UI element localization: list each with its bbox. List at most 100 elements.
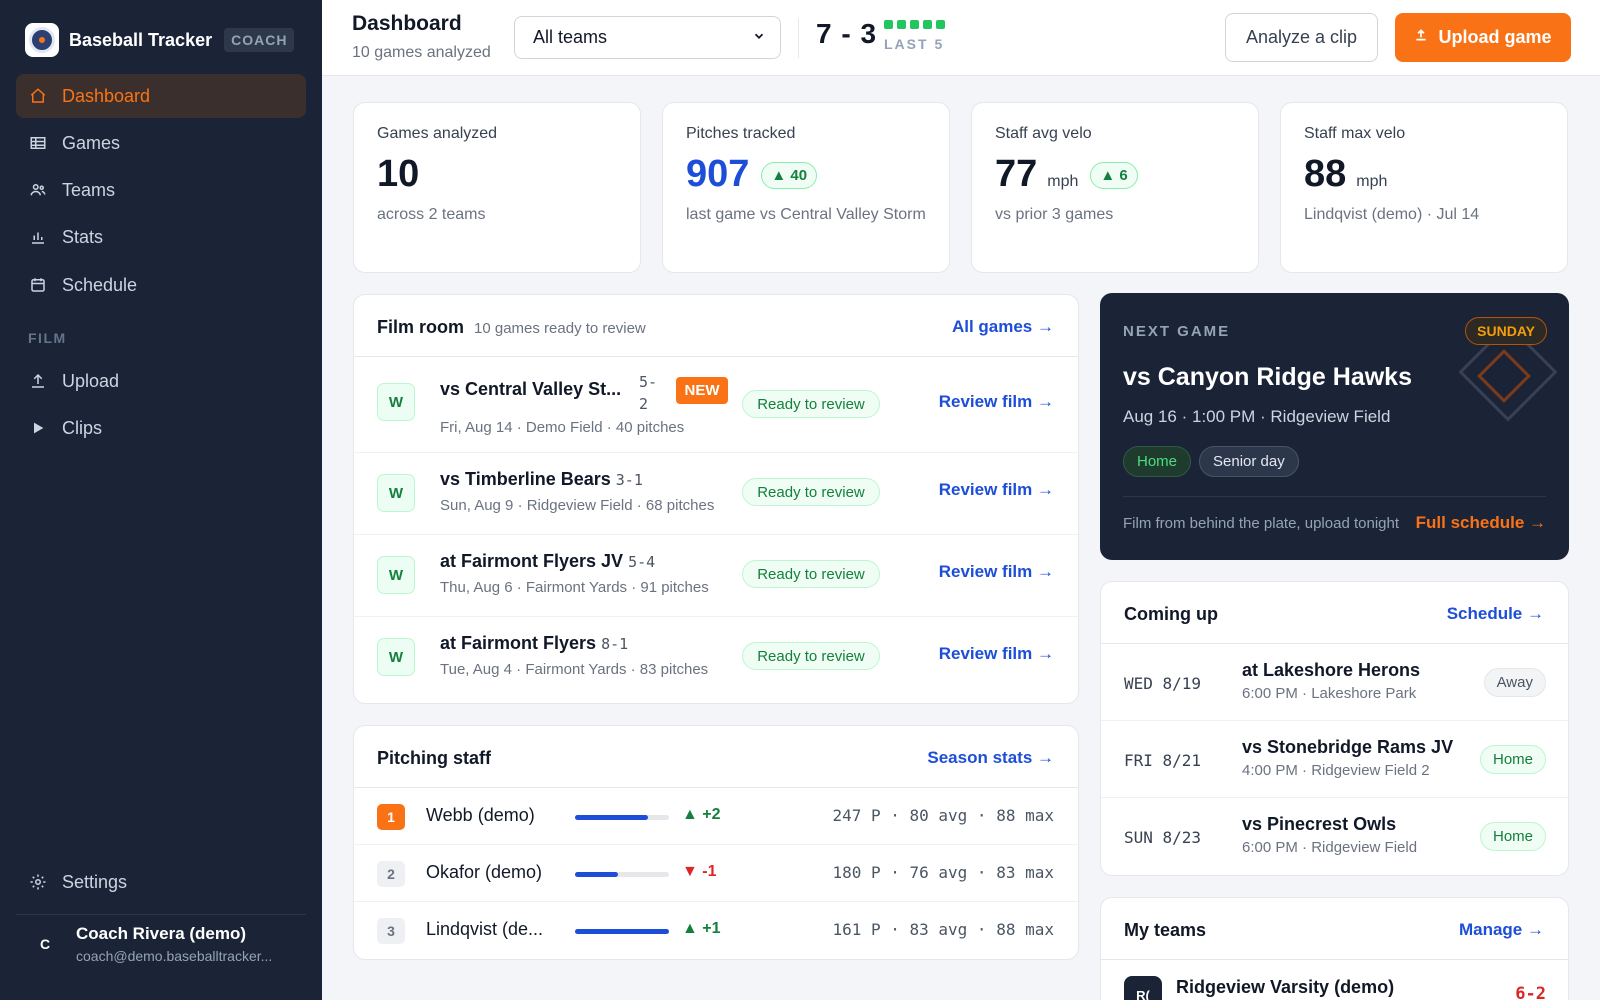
senior-day-tag: Senior day (1199, 446, 1299, 477)
avatar: C (39, 936, 51, 952)
coming-up-panel: Coming up Schedule → WED 8/19 at Lakesho… (1100, 581, 1569, 876)
sidebar-item-dashboard[interactable]: Dashboard (16, 74, 306, 118)
stat-card-avg-velo: Staff avg velo 77 mph ▲ 6 vs prior 3 gam… (971, 102, 1259, 273)
new-badge: NEW (676, 377, 728, 404)
game-meta: 6:00 PM · Lakeshore Park (1242, 685, 1417, 702)
schedule-link[interactable]: Schedule → (1447, 604, 1544, 624)
velo-trend: ▼ -1 (682, 863, 717, 880)
stat-value: 10 (377, 153, 420, 195)
sidebar-item-clips[interactable]: Clips (16, 406, 306, 450)
sidebar-item-label: Clips (62, 417, 103, 438)
result-badge: W (377, 383, 415, 421)
bar-chart-icon (28, 227, 48, 247)
team-avatar: R( (1124, 976, 1162, 1000)
stat-label: Staff avg velo (995, 125, 1092, 142)
pitcher-row[interactable]: 3 Lindqvist (de... ▲ +1 161 P · 83 avg ·… (354, 902, 1078, 959)
game-meta: Sun, Aug 9 · Ridgeview Field · 68 pitche… (440, 497, 715, 514)
upload-icon (1414, 28, 1428, 47)
stat-card-pitches: Pitches tracked 907 ▲ 40 last game vs Ce… (662, 102, 950, 273)
game-date: WED 8/19 (1124, 674, 1202, 693)
sidebar-item-teams[interactable]: Teams (16, 168, 306, 212)
film-section-label: FILM (28, 330, 67, 346)
stat-label: Staff max velo (1304, 125, 1406, 142)
next-game-tags: Home Senior day (1123, 446, 1299, 477)
sidebar-divider (16, 914, 306, 915)
film-row[interactable]: W at Fairmont Flyers JV 5-4 Thu, Aug 6 ·… (354, 535, 1078, 617)
review-film-link[interactable]: Review film → (939, 392, 1054, 412)
opponent-name: at Fairmont Flyers 8-1 (440, 633, 628, 654)
pitch-count-fill (575, 929, 669, 934)
sidebar-item-label: Dashboard (62, 85, 151, 106)
sidebar-item-label: Upload (62, 370, 120, 391)
stat-note: last game vs Central Valley Storm (686, 206, 926, 223)
divider (1123, 496, 1546, 497)
rank-badge: 2 (377, 861, 405, 887)
home-tag: Home (1479, 822, 1546, 851)
sidebar-item-label: Stats (62, 226, 104, 247)
next-game-footnote: Film from behind the plate, upload tonig… (1123, 515, 1399, 532)
pitcher-name: Lindqvist (de... (426, 919, 544, 939)
upload-game-button[interactable]: Upload game (1395, 13, 1571, 62)
film-row[interactable]: W vs Central Valley St... 5- 2 NEW Fri, … (354, 357, 1078, 453)
team-name: Ridgeview Varsity (demo) (1176, 976, 1395, 997)
sidebar-item-games[interactable]: Games (16, 121, 306, 165)
team-item[interactable]: R( Ridgeview Varsity (demo) (1124, 976, 1394, 1000)
manage-teams-link[interactable]: Manage → (1459, 920, 1544, 940)
pitcher-stats: 161 P · 83 avg · 88 max (832, 920, 1054, 939)
film-row[interactable]: W at Fairmont Flyers 8-1 Tue, Aug 4 · Fa… (354, 617, 1078, 703)
next-game-when: Aug 16 · 1:00 PM · Ridgeview Field (1123, 407, 1391, 426)
stat-unit: mph (1356, 173, 1388, 190)
upcoming-game-row[interactable]: FRI 8/21 vs Stonebridge Rams JV 4:00 PM … (1101, 721, 1568, 798)
team-select[interactable]: All teams (514, 16, 781, 59)
result-dot (897, 20, 906, 29)
upcoming-game-row[interactable]: WED 8/19 at Lakeshore Herons 6:00 PM · L… (1101, 644, 1568, 721)
stat-value: 907 (686, 153, 750, 195)
stat-note: across 2 teams (377, 206, 486, 223)
score: 5-4 (628, 553, 656, 571)
pitcher-stats: 247 P · 80 avg · 88 max (832, 806, 1054, 825)
film-room-panel: Film room 10 games ready to review All ga… (353, 294, 1079, 704)
season-record: 7 - 3 (816, 18, 878, 49)
game-title: vs Pinecrest Owls (1242, 814, 1397, 834)
game-title: vs Stonebridge Rams JV (1242, 737, 1454, 757)
status-badge: Ready to review (742, 642, 880, 670)
delta-badge: ▲ 6 (1090, 162, 1138, 189)
review-film-link[interactable]: Review film → (939, 644, 1054, 664)
delta-badge: ▲ 40 (761, 162, 818, 189)
season-stats-link[interactable]: Season stats → (927, 748, 1054, 768)
review-film-link[interactable]: Review film → (939, 562, 1054, 582)
review-film-link[interactable]: Review film → (939, 480, 1054, 500)
game-meta: 4:00 PM · Ridgeview Field 2 (1242, 762, 1430, 779)
opponent-name: vs Central Valley St... (440, 379, 622, 399)
last-five-label: LAST 5 (884, 36, 945, 52)
stat-value: 88 (1304, 153, 1347, 195)
status-badge: Ready to review (742, 560, 880, 588)
chevron-down-icon (752, 27, 766, 48)
users-icon (28, 180, 48, 200)
sidebar-item-stats[interactable]: Stats (16, 215, 306, 259)
all-games-link[interactable]: All games → (952, 317, 1054, 337)
brand[interactable]: Baseball Tracker COACH (25, 22, 295, 58)
panel-title: My teams (1124, 920, 1207, 940)
pitcher-row[interactable]: 2 Okafor (demo) ▼ -1 180 P · 76 avg · 83… (354, 845, 1078, 902)
film-row[interactable]: W vs Timberline Bears 3-1 Sun, Aug 9 · R… (354, 453, 1078, 535)
pitcher-row[interactable]: 1 Webb (demo) ▲ +2 247 P · 80 avg · 88 m… (354, 788, 1078, 845)
sidebar-item-schedule[interactable]: Schedule (16, 263, 306, 307)
sidebar-item-upload[interactable]: Upload (16, 359, 306, 403)
analyze-clip-button[interactable]: Analyze a clip (1225, 13, 1378, 62)
sidebar-item-settings[interactable]: Settings (16, 860, 306, 904)
panel-header: My teams Manage → (1101, 898, 1568, 960)
next-game-card: NEXT GAME SUNDAY vs Canyon Ridge Hawks A… (1100, 293, 1569, 560)
full-schedule-link[interactable]: Full schedule → (1416, 513, 1546, 533)
app-name: Baseball Tracker (69, 29, 213, 50)
film-room-title: Film room (377, 317, 465, 337)
my-teams-panel: My teams Manage → R( Ridgeview Varsity (… (1100, 897, 1569, 1000)
user-profile[interactable]: C Coach Rivera (demo) coach@demo.basebal… (30, 924, 272, 964)
user-email: coach@demo.baseballtracker... (76, 948, 273, 964)
rank-badge: 1 (377, 804, 405, 830)
day-badge: SUNDAY (1465, 317, 1547, 345)
stat-card-max-velo: Staff max velo 88 mph Lindqvist (demo) ·… (1280, 102, 1568, 273)
upcoming-game-row[interactable]: SUN 8/23 vs Pinecrest Owls 6:00 PM · Rid… (1101, 798, 1568, 875)
stat-label: Pitches tracked (686, 125, 796, 142)
sidebar: Baseball Tracker COACH Dashboard Games T… (0, 0, 322, 1000)
